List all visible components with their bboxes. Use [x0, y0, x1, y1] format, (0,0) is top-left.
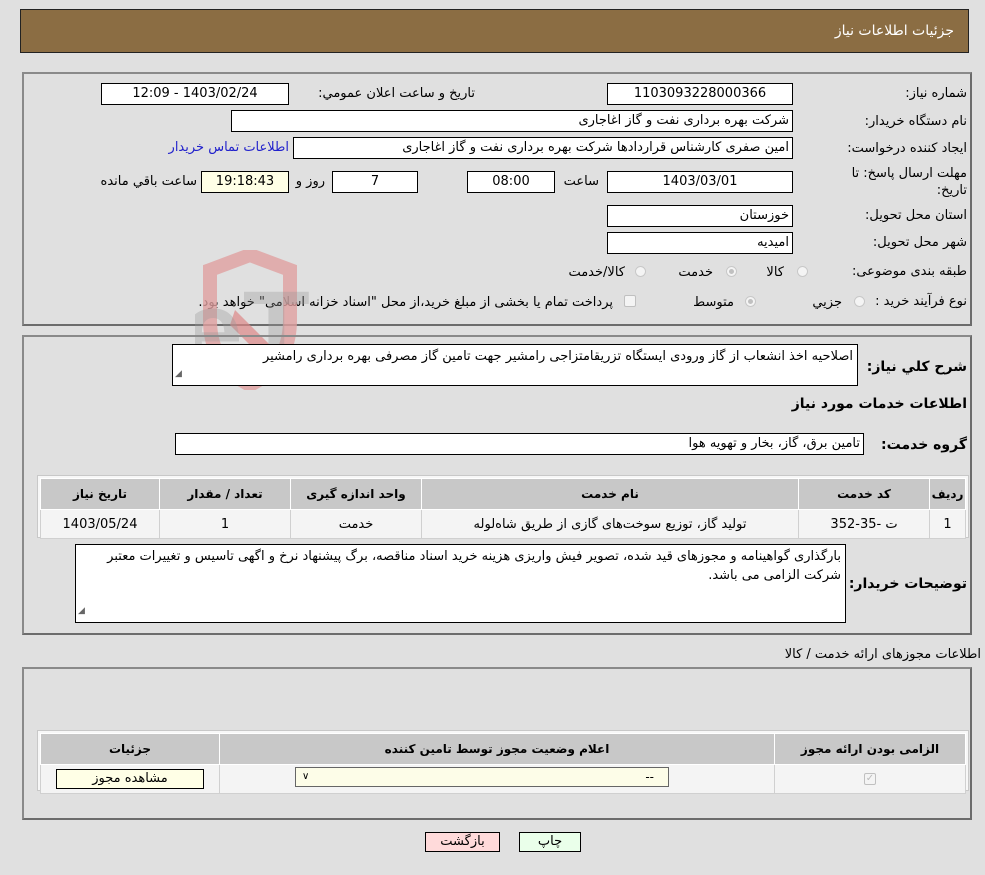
- province-label: استان محل تحویل:: [865, 208, 967, 223]
- services-section-title: اطلاعات خدمات مورد نیاز: [791, 396, 967, 412]
- announce-datetime-label: تاریخ و ساعت اعلان عمومي:: [318, 86, 475, 101]
- services-table-header: ردیف کد خدمت نام خدمت واحد اندازه گیری ت…: [40, 478, 966, 510]
- page-title: جزئیات اطلاعات نیاز: [834, 23, 954, 39]
- purchase-option-medium: متوسط: [693, 295, 734, 310]
- cell-permit-status: -- ∨: [219, 764, 775, 794]
- description-text: اصلاحیه اخذ انشعاب از گاز ورودی ایستگاه …: [262, 349, 853, 364]
- need-number-field[interactable]: 1103093228000366: [607, 83, 793, 105]
- buyer-notes-label: توضیحات خریدار:: [848, 576, 967, 592]
- buyer-org-field[interactable]: شرکت بهره برداری نفت و گاز اغاجاری: [231, 110, 793, 132]
- services-table: ردیف کد خدمت نام خدمت واحد اندازه گیری ت…: [40, 478, 966, 539]
- cell-service-name: تولید گاز، توزیع سوخت‌های گازی از طریق ش…: [421, 509, 799, 539]
- purchase-option-minor: جزيي: [812, 295, 842, 310]
- deadline-time-field[interactable]: 08:00: [467, 171, 555, 193]
- col-permit-status: اعلام وضعیت مجوز توسط تامین کننده: [219, 733, 775, 765]
- print-button[interactable]: چاپ: [519, 832, 581, 852]
- announce-datetime-field[interactable]: 1403/02/24 - 12:09: [101, 83, 289, 105]
- view-permit-button[interactable]: مشاهده مجوز: [56, 769, 204, 789]
- cell-row-number: 1: [929, 509, 966, 539]
- permit-status-value: --: [645, 770, 654, 784]
- col-need-date: تاریخ نیاز: [40, 478, 160, 510]
- category-label: طبقه بندی موضوعی:: [851, 264, 967, 279]
- table-row: 1 ت -35-352 تولید گاز، توزیع سوخت‌های گا…: [40, 509, 966, 539]
- col-service-code: کد خدمت: [798, 478, 930, 510]
- deadline-time-label: ساعت: [563, 174, 599, 189]
- description-label: شرح کلي نياز:: [866, 359, 967, 375]
- treasury-checkbox[interactable]: [624, 295, 636, 307]
- province-field[interactable]: خوزستان: [607, 205, 793, 227]
- service-group-field[interactable]: تامین برق، گاز، بخار و تهویه هوا: [175, 433, 864, 455]
- cell-permit-required: ✓: [774, 764, 966, 794]
- resize-grip-icon[interactable]: ◢: [78, 602, 85, 621]
- permits-table: الزامی بودن ارائه مجوز اعلام وضعیت مجوز …: [40, 733, 966, 794]
- city-label: شهر محل تحویل:: [872, 235, 967, 250]
- category-radio-goods[interactable]: [797, 266, 808, 277]
- col-permit-required: الزامی بودن ارائه مجوز: [774, 733, 966, 765]
- category-option-goods: کالا: [766, 265, 784, 280]
- service-group-label: گروه خدمت:: [881, 437, 967, 453]
- col-row-number: ردیف: [929, 478, 966, 510]
- purchase-radio-minor[interactable]: [854, 296, 865, 307]
- city-field[interactable]: امیدیه: [607, 232, 793, 254]
- table-row: ✓ -- ∨ مشاهده مجوز: [40, 764, 966, 794]
- cell-quantity: 1: [159, 509, 291, 539]
- col-service-name: نام خدمت: [421, 478, 799, 510]
- cell-need-date: 1403/05/24: [40, 509, 160, 539]
- col-permit-details: جزئیات: [40, 733, 220, 765]
- description-textarea[interactable]: اصلاحیه اخذ انشعاب از گاز ورودی ایستگاه …: [172, 344, 858, 386]
- remaining-days-field: 7: [332, 171, 418, 193]
- purchase-radio-medium[interactable]: [745, 296, 756, 307]
- deadline-label-line1: مهلت ارسال پاسخ: تا: [851, 166, 967, 181]
- buyer-notes-text: بارگذاری گواهینامه و مجوزهای قید شده، تص…: [107, 549, 841, 583]
- deadline-date-field[interactable]: 1403/03/01: [607, 171, 793, 193]
- buyer-notes-textarea[interactable]: بارگذاری گواهینامه و مجوزهای قید شده، تص…: [75, 544, 846, 623]
- buyer-contact-link[interactable]: اطلاعات تماس خریدار: [169, 140, 289, 155]
- need-number-label: شماره نیاز:: [905, 86, 967, 101]
- category-option-service: خدمت: [678, 265, 713, 280]
- buyer-org-label: نام دستگاه خریدار:: [864, 114, 967, 129]
- page-header: جزئیات اطلاعات نیاز: [20, 9, 969, 53]
- col-unit: واحد اندازه گیری: [290, 478, 422, 510]
- resize-grip-icon[interactable]: ◢: [175, 365, 182, 384]
- cell-service-code: ت -35-352: [798, 509, 930, 539]
- back-button[interactable]: بازگشت: [425, 832, 500, 852]
- category-radio-goods-service[interactable]: [635, 266, 646, 277]
- remaining-time-field: 19:18:43: [201, 171, 289, 193]
- cell-unit: خدمت: [290, 509, 422, 539]
- cell-permit-details: مشاهده مجوز: [40, 764, 220, 794]
- remaining-time-label: ساعت باقي مانده: [100, 174, 197, 189]
- category-option-goods-service: کالا/خدمت: [568, 265, 625, 280]
- permits-table-header: الزامی بودن ارائه مجوز اعلام وضعیت مجوز …: [40, 733, 966, 765]
- treasury-note: پرداخت تمام یا بخشی از مبلغ خرید،از محل …: [198, 295, 613, 310]
- requester-label: ایجاد کننده درخواست:: [847, 141, 967, 156]
- deadline-label-line2: تاریخ:: [936, 183, 967, 198]
- remaining-days-label: روز و: [295, 174, 325, 189]
- permits-section-title: اطلاعات مجوزهای ارائه خدمت / کالا: [784, 647, 981, 662]
- col-quantity: تعداد / مقدار: [159, 478, 291, 510]
- permit-status-select[interactable]: -- ∨: [295, 767, 669, 787]
- chevron-down-icon: ∨: [302, 771, 310, 782]
- category-radio-service[interactable]: [726, 266, 737, 277]
- permit-required-checkbox[interactable]: ✓: [864, 773, 876, 785]
- requester-field[interactable]: امین صفری کارشناس قراردادها شرکت بهره بر…: [293, 137, 793, 159]
- purchase-type-label: نوع فرآیند خرید :: [875, 294, 967, 309]
